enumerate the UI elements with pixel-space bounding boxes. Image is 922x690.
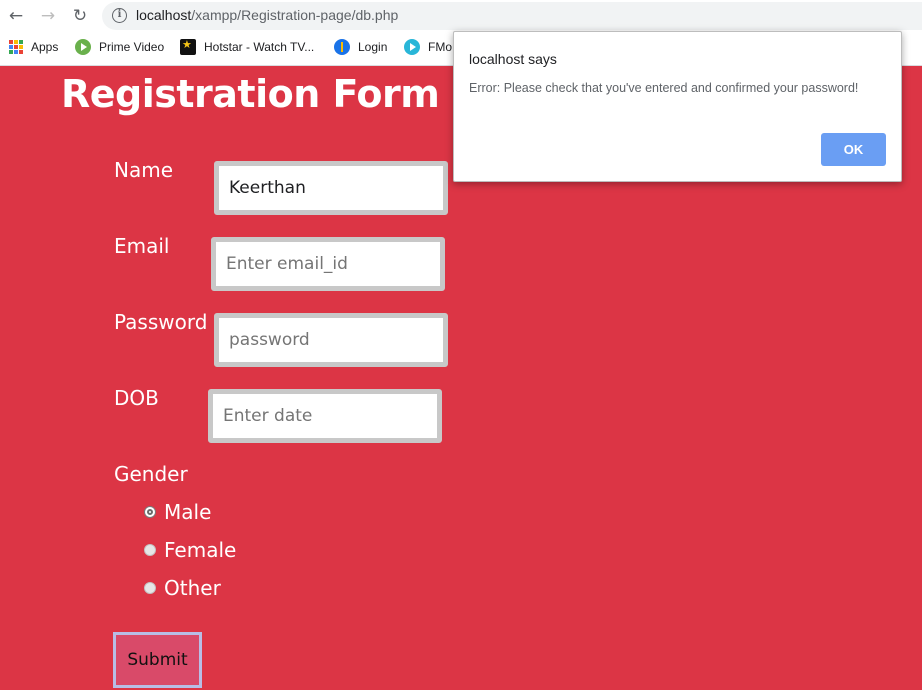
- submit-button[interactable]: Submit: [113, 632, 202, 688]
- back-arrow-icon[interactable]: ←: [6, 6, 26, 26]
- dob-input[interactable]: [213, 394, 437, 438]
- bookmark-label: Prime Video: [99, 40, 165, 54]
- bookmark-prime-video[interactable]: Prime Video: [75, 39, 164, 55]
- radio-label-other: Other: [164, 576, 221, 600]
- email-input[interactable]: [216, 242, 440, 286]
- reload-icon[interactable]: ↻: [70, 6, 90, 26]
- radio-label-female: Female: [164, 538, 237, 562]
- page-title: Registration Form: [61, 72, 440, 116]
- alert-dialog: localhost says Error: Please check that …: [453, 31, 902, 182]
- dialog-title: localhost says: [469, 51, 557, 67]
- address-bar[interactable]: i localhost/xampp/Registration-page/db.p…: [102, 2, 922, 30]
- gender-option-male[interactable]: Male: [144, 500, 211, 524]
- bookmark-label: Apps: [31, 40, 59, 54]
- radio-label-male: Male: [164, 500, 212, 524]
- ok-button[interactable]: OK: [821, 133, 886, 166]
- bookmark-fmovies[interactable]: FMo: [404, 39, 452, 55]
- dialog-message: Error: Please check that you've entered …: [469, 81, 859, 95]
- apps-grid-icon: [9, 40, 23, 54]
- url-host: localhost: [136, 7, 192, 23]
- name-label: Name: [114, 158, 174, 182]
- gender-label: Gender: [114, 462, 188, 486]
- gender-option-other[interactable]: Other: [144, 576, 221, 600]
- name-field-box: [214, 161, 448, 215]
- radio-button-female[interactable]: [144, 544, 156, 556]
- radio-button-male[interactable]: [144, 506, 156, 518]
- name-input[interactable]: [219, 166, 443, 210]
- login-icon: [334, 39, 350, 55]
- hotstar-icon: [180, 38, 196, 55]
- email-label: Email: [114, 234, 170, 258]
- dob-field-box: [208, 389, 442, 443]
- bookmark-apps[interactable]: Apps: [9, 39, 58, 55]
- browser-toolbar: ← → ↻ i localhost/xampp/Registration-pag…: [0, 0, 922, 32]
- fmovies-icon: [404, 39, 420, 55]
- bookmark-label: Login: [358, 40, 388, 54]
- gender-option-female[interactable]: Female: [144, 538, 236, 562]
- bookmark-label: FMo: [428, 40, 452, 54]
- radio-button-other[interactable]: [144, 582, 156, 594]
- url-path: /xampp/Registration-page/db.php: [191, 7, 399, 23]
- password-label: Password: [114, 310, 208, 334]
- bookmark-label: Hotstar - Watch TV...: [204, 40, 315, 54]
- forward-arrow-icon[interactable]: →: [38, 6, 58, 26]
- prime-video-icon: [75, 39, 91, 55]
- password-field-box: [214, 313, 448, 367]
- url-text[interactable]: localhost/xampp/Registration-page/db.php: [136, 7, 398, 23]
- bookmark-hotstar[interactable]: Hotstar - Watch TV...: [180, 38, 315, 55]
- email-field-box: [211, 237, 445, 291]
- bookmark-login[interactable]: Login: [334, 39, 387, 55]
- info-icon[interactable]: i: [112, 8, 127, 23]
- dob-label: DOB: [114, 386, 159, 410]
- password-input[interactable]: [219, 318, 443, 362]
